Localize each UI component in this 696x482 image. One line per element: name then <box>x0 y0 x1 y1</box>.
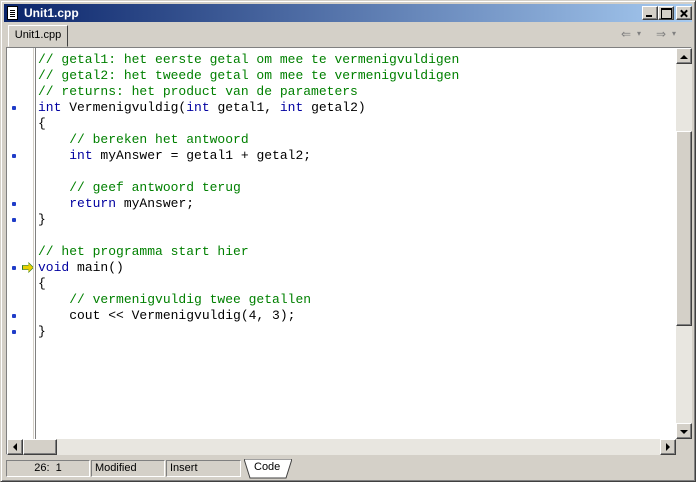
code-text: getal1, <box>209 100 280 115</box>
breakpoint-line-marker-icon[interactable] <box>12 266 16 270</box>
code-keyword: int <box>186 100 210 115</box>
arrow-left-icon <box>9 443 17 451</box>
code-comment: // vermenigvuldig twee getallen <box>38 292 312 307</box>
horizontal-scrollbar[interactable] <box>7 439 676 455</box>
execution-point-arrow-icon <box>23 263 33 272</box>
chevron-down-icon: ▾ <box>637 29 642 38</box>
arrow-up-icon <box>680 51 688 59</box>
scroll-up-button[interactable] <box>676 48 692 64</box>
breakpoint-line-marker-icon[interactable] <box>12 106 16 110</box>
code-text: myAnswer = getal1 + getal2; <box>92 148 312 163</box>
code-line[interactable]: // getal2: het tweede getal om mee te ve… <box>38 68 674 84</box>
breakpoint-line-marker-icon[interactable] <box>12 218 16 222</box>
breakpoint-line-marker-icon[interactable] <box>12 314 16 318</box>
code-keyword: void <box>38 260 70 275</box>
code-comment: // geef antwoord terug <box>38 180 241 195</box>
window-title: Unit1.cpp <box>24 6 79 20</box>
code-text: main() <box>69 260 124 275</box>
code-line[interactable]: return myAnswer; <box>38 196 674 212</box>
code-keyword: int <box>279 100 304 115</box>
document-icon <box>7 6 18 20</box>
code-line[interactable]: } <box>38 212 674 228</box>
code-text: myAnswer; <box>116 196 195 211</box>
insert-mode-status: Insert <box>166 460 241 477</box>
tab-unit1-cpp[interactable]: Unit1.cpp <box>8 25 68 47</box>
code-text: getal2) <box>303 100 366 115</box>
arrow-down-icon <box>680 430 688 438</box>
scroll-right-button[interactable] <box>660 439 676 455</box>
code-line[interactable]: // bereken het antwoord <box>38 132 674 148</box>
horizontal-scroll-thumb[interactable] <box>23 439 57 455</box>
cursor-position: 26: 1 <box>6 460 90 477</box>
code-line[interactable]: int Vermenigvuldig(int getal1, int getal… <box>38 100 674 116</box>
code-line[interactable]: // getal1: het eerste getal om mee te ve… <box>38 52 674 68</box>
code-line[interactable]: // vermenigvuldig twee getallen <box>38 292 674 308</box>
arrow-right-icon <box>666 443 674 451</box>
code-line[interactable]: { <box>38 276 674 292</box>
back-arrow-icon: ⇐ <box>621 27 632 41</box>
maximize-button[interactable] <box>658 6 674 20</box>
code-text: { <box>38 116 46 131</box>
breakpoint-line-marker-icon[interactable] <box>12 330 16 334</box>
scroll-corner <box>676 439 692 455</box>
minimize-button[interactable] <box>642 6 658 20</box>
forward-arrow-icon: ⇒ <box>656 27 667 41</box>
code-line[interactable]: // returns: het product van de parameter… <box>38 84 674 100</box>
close-button[interactable] <box>676 6 692 20</box>
vertical-scroll-thumb[interactable] <box>676 131 692 326</box>
code-text: } <box>38 324 46 339</box>
vertical-scrollbar[interactable] <box>676 48 692 439</box>
status-bar: 26: 1 Modified Insert Code <box>4 457 692 479</box>
code-keyword: int <box>69 148 93 163</box>
code-keyword: int <box>38 100 62 115</box>
cursor-column: 1 <box>55 462 62 474</box>
code-text: { <box>38 276 46 291</box>
gutter[interactable] <box>7 48 36 439</box>
chevron-down-icon: ▾ <box>672 29 677 38</box>
code-line[interactable] <box>38 228 674 244</box>
code-line[interactable]: // geef antwoord terug <box>38 180 674 196</box>
code-line[interactable]: { <box>38 116 674 132</box>
editor-window: Unit1.cpp Unit1.cpp ⇐ ▾ ⇒ ▾ // getal1: h… <box>0 0 696 482</box>
title-bar[interactable]: Unit1.cpp <box>4 4 692 22</box>
cursor-line: 26 <box>34 462 47 474</box>
scroll-down-button[interactable] <box>676 423 692 439</box>
code-comment: // getal1: het eerste getal om mee te ve… <box>38 52 460 67</box>
back-button[interactable]: ⇐ ▾ <box>619 27 647 43</box>
file-tab-bar: Unit1.cpp ⇐ ▾ ⇒ ▾ <box>4 23 692 47</box>
scroll-left-button[interactable] <box>7 439 23 455</box>
code-line[interactable]: // het programma start hier <box>38 244 674 260</box>
code-line[interactable] <box>38 164 674 180</box>
code-line[interactable]: void main() <box>38 260 674 276</box>
code-text: cout << Vermenigvuldig(4, 3); <box>38 308 296 323</box>
modified-status: Modified <box>91 460 165 477</box>
breakpoint-line-marker-icon[interactable] <box>12 202 16 206</box>
code-text: } <box>38 212 46 227</box>
code-line[interactable]: int myAnswer = getal1 + getal2; <box>38 148 674 164</box>
code-line[interactable]: } <box>38 324 674 340</box>
code-keyword: return <box>69 196 117 211</box>
code-area[interactable]: // getal1: het eerste getal om mee te ve… <box>38 52 674 437</box>
forward-button[interactable]: ⇒ ▾ <box>654 27 682 43</box>
code-tab-label: Code <box>254 461 281 473</box>
code-editor[interactable]: // getal1: het eerste getal om mee te ve… <box>6 47 692 455</box>
code-comment: // het programma start hier <box>38 244 249 259</box>
breakpoint-line-marker-icon[interactable] <box>12 154 16 158</box>
code-line[interactable]: cout << Vermenigvuldig(4, 3); <box>38 308 674 324</box>
tab-code-view[interactable]: Code <box>244 459 292 479</box>
code-comment: // bereken het antwoord <box>38 132 249 147</box>
code-comment: // getal2: het tweede getal om mee te ve… <box>38 68 460 83</box>
code-comment: // returns: het product van de parameter… <box>38 84 358 99</box>
code-text: Vermenigvuldig( <box>61 100 187 115</box>
